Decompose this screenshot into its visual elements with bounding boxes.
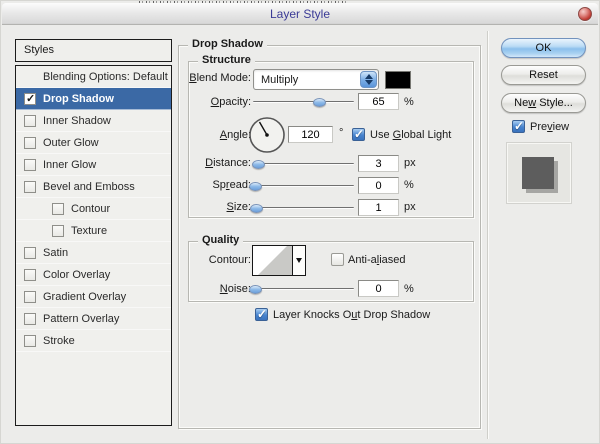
style-list-item[interactable]: Contour (16, 198, 171, 220)
style-item-label: Pattern Overlay (43, 313, 119, 325)
preview-thumbnail (506, 142, 572, 204)
style-item-label: Contour (71, 203, 110, 215)
close-icon[interactable] (578, 7, 592, 21)
right-panel-divider (487, 31, 488, 439)
styles-list: Blending Options: Default Drop Shadow In… (15, 65, 172, 426)
style-checkbox[interactable] (24, 247, 36, 259)
size-input[interactable] (358, 199, 399, 216)
style-list-item[interactable]: Bevel and Emboss (16, 176, 171, 198)
spread-slider[interactable] (253, 182, 354, 191)
distance-label: Distance: (178, 157, 251, 169)
layer-knocks-out-label: Layer Knocks Out Drop Shadow (273, 309, 430, 321)
style-checkbox[interactable] (52, 225, 64, 237)
noise-slider[interactable] (253, 285, 354, 294)
size-unit: px (404, 201, 416, 213)
dialog-title: Layer Style (2, 3, 598, 25)
preview-checkbox[interactable] (512, 120, 525, 133)
style-item-label: Drop Shadow (43, 93, 114, 105)
noise-label: Noise: (178, 283, 251, 295)
style-checkbox[interactable] (24, 181, 36, 193)
contour-dropdown-arrow-icon[interactable] (292, 246, 305, 275)
style-item-label: Gradient Overlay (43, 291, 126, 303)
style-list-item[interactable]: Stroke (16, 330, 171, 352)
layer-style-dialog: Layer Style Styles Blending Options: Def… (0, 0, 600, 444)
style-list-item[interactable]: Blending Options: Default (16, 66, 171, 88)
style-list-item[interactable]: Inner Glow (16, 154, 171, 176)
style-checkbox[interactable] (24, 137, 36, 149)
noise-unit: % (404, 283, 414, 295)
style-checkbox[interactable] (24, 159, 36, 171)
contour-thumbnail[interactable] (253, 246, 292, 275)
opacity-input[interactable] (358, 93, 399, 110)
drop-shadow-group-title: Drop Shadow (188, 38, 267, 50)
reset-button[interactable]: Reset (501, 65, 586, 85)
use-global-light-checkbox[interactable] (352, 128, 365, 141)
size-slider[interactable] (253, 204, 354, 213)
style-checkbox[interactable] (24, 313, 36, 325)
size-slider-thumb[interactable] (250, 204, 263, 213)
noise-slider-thumb[interactable] (249, 285, 262, 294)
style-list-item[interactable]: Drop Shadow (16, 88, 171, 110)
styles-header: Styles (15, 39, 172, 62)
style-item-label: Outer Glow (43, 137, 99, 149)
contour-picker[interactable] (252, 245, 306, 276)
blend-mode-label: Blend Mode: (178, 72, 251, 84)
title-bar[interactable]: Layer Style (2, 3, 598, 25)
layer-knocks-out-checkbox[interactable] (255, 308, 268, 321)
opacity-unit: % (404, 96, 414, 108)
use-global-light-label: Use Global Light (370, 129, 451, 141)
dropdown-stepper-icon[interactable] (360, 71, 377, 88)
style-checkbox[interactable] (52, 203, 64, 215)
style-checkbox[interactable] (24, 93, 36, 105)
angle-unit: ° (339, 127, 343, 139)
size-label: Size: (178, 201, 251, 213)
preview-shadow-square (522, 157, 554, 189)
style-item-label: Color Overlay (43, 269, 110, 281)
style-list-item[interactable]: Pattern Overlay (16, 308, 171, 330)
spread-unit: % (404, 179, 414, 191)
style-checkbox[interactable] (24, 291, 36, 303)
structure-group-title: Structure (198, 54, 255, 66)
distance-slider-thumb[interactable] (252, 160, 265, 169)
blend-mode-value: Multiply (261, 70, 298, 90)
anti-aliased-checkbox[interactable] (331, 253, 344, 266)
anti-aliased-label: Anti-aliased (348, 254, 406, 266)
style-list-item[interactable]: Inner Shadow (16, 110, 171, 132)
angle-input[interactable] (288, 126, 333, 143)
style-item-label: Texture (71, 225, 107, 237)
new-style-button[interactable]: New Style... (501, 93, 586, 113)
ok-button[interactable]: OK (501, 38, 586, 58)
noise-input[interactable] (358, 280, 399, 297)
style-item-label: Satin (43, 247, 68, 259)
opacity-slider-thumb[interactable] (313, 98, 326, 107)
blend-mode-select[interactable]: Multiply (253, 69, 379, 90)
opacity-label: Opacity: (178, 96, 251, 108)
spread-input[interactable] (358, 177, 399, 194)
style-item-label: Bevel and Emboss (43, 181, 135, 193)
shadow-color-swatch[interactable] (385, 71, 411, 89)
style-list-item[interactable]: Outer Glow (16, 132, 171, 154)
distance-slider[interactable] (253, 160, 354, 169)
style-checkbox[interactable] (24, 115, 36, 127)
style-list-item[interactable]: Texture (16, 220, 171, 242)
style-item-label: Inner Shadow (43, 115, 111, 127)
angle-label: Angle: (178, 129, 251, 141)
style-item-label: Inner Glow (43, 159, 96, 171)
style-checkbox[interactable] (24, 335, 36, 347)
quality-group-title: Quality (198, 234, 243, 246)
angle-dial[interactable] (248, 116, 286, 154)
style-item-label: Blending Options: Default (43, 71, 168, 83)
spread-slider-thumb[interactable] (249, 182, 262, 191)
style-list-item[interactable]: Satin (16, 242, 171, 264)
preview-label: Preview (530, 121, 569, 133)
distance-unit: px (404, 157, 416, 169)
opacity-slider[interactable] (253, 98, 354, 107)
style-item-label: Stroke (43, 335, 75, 347)
spread-label: Spread: (178, 179, 251, 191)
style-checkbox[interactable] (24, 269, 36, 281)
contour-label: Contour: (178, 254, 251, 266)
style-list-item[interactable]: Gradient Overlay (16, 286, 171, 308)
style-list-item[interactable]: Color Overlay (16, 264, 171, 286)
distance-input[interactable] (358, 155, 399, 172)
